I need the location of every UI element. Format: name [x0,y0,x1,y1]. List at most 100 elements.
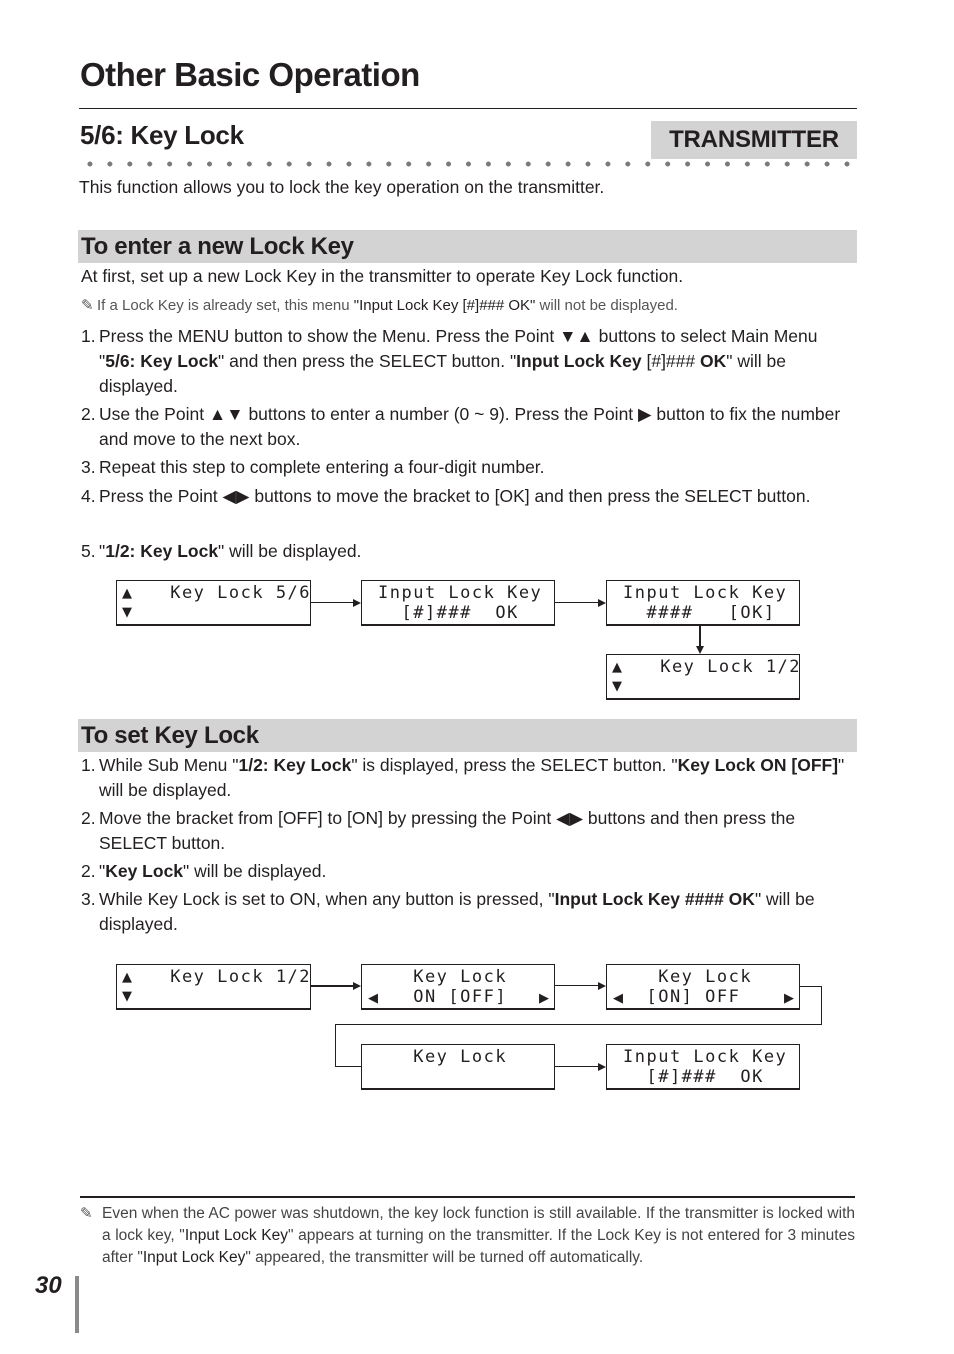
text-run: [#]### [641,351,700,371]
step-text: While Sub Menu "1/2: Key Lock" is displa… [99,753,851,803]
page-title: Other Basic Operation [80,56,420,93]
enter-note: ✎ If a Lock Key is already set, this menu… [81,296,678,314]
bold-text: 1/2: Key Lock [105,541,219,561]
step-number: 1. [81,326,96,346]
connector-line [555,985,598,986]
text-run: Move the bracket from [OFF] to [ON] by p… [99,808,557,828]
lcd-line2: #### [OK] [623,603,776,623]
step-item: 1. Press the MENU button to show the Menu… [81,324,851,399]
dotted-divider [80,160,858,168]
arrow-right-icon [353,982,361,990]
step-item: 2. Move the bracket from [OFF] to [ON] by… [81,806,851,856]
enter-lead-text: At first, set up a new Lock Key in the t… [81,266,684,286]
connector-line [555,602,598,603]
right-triangle-icon: ▶ [784,991,794,1006]
text-run: While Sub Menu " [99,755,239,775]
text-run: " is displayed, press the SELECT button.… [351,755,678,775]
pencil-icon: ✎ [80,1205,93,1222]
lcd-line1: Key Lock 5/6 [135,583,312,603]
step-number: 2. [81,404,96,424]
lcd-line1: Key Lock [623,967,753,987]
right-triangle-icon: ▶ [638,404,652,424]
down-up-triangle-icon: ▼▲ [559,326,594,346]
down-triangle-icon: ▼ [122,989,132,1004]
step-text: "Key Lock" will be displayed. [99,859,851,884]
connector-line [555,1066,598,1067]
arrow-right-icon [598,982,606,990]
intro-text: This function allows you to lock the key… [79,177,605,197]
connector-line [800,986,822,987]
bold-text: Key Lock ON [OFF] [677,755,839,775]
text-run: " will be displayed. [183,861,327,881]
lcd-screen-input-lock-key: Input Lock Key [#]### OK [606,1044,800,1090]
bold-text: Key Lock [105,861,184,881]
arrow-right-icon [598,1063,606,1071]
lcd-line2: [#]### OK [378,603,519,623]
lcd-screen-input-lock-key: Input Lock Key [#]### OK [361,580,555,626]
lcd-screen-key-lock-1-2: ▲ ▼ Key Lock 1/2 [606,654,800,700]
step-number: 1. [81,755,96,775]
step-text: Press the Point ◀▶ buttons to move the b… [99,484,851,509]
lcd-screen-key-lock-on: Key Lock ◀ [ON] OFF ▶ [606,964,800,1010]
step-item: 2. "Key Lock" will be displayed. [81,859,851,884]
transmitter-badge: TRANSMITTER [651,121,857,159]
step-text: Press the MENU button to show the Menu. … [99,324,851,399]
arrow-right-icon [598,599,606,607]
step-item: 3. Repeat this step to complete entering … [81,455,851,480]
left-right-triangle-icon: ◀▶ [222,486,250,506]
connector-line [335,1024,336,1067]
arrow-right-icon [353,599,361,607]
text-run: Repeat this step to complete entering a … [99,457,545,477]
down-triangle-icon: ▼ [122,605,132,620]
bold-text: 1/2: Key Lock [238,755,352,775]
connector-line [311,985,353,987]
enter-flow-diagram: ▲ ▼ Key Lock 5/6 Input Lock Key [#]### O… [0,0,954,1354]
text-run: " appeared, the transmitter will be turn… [245,1249,644,1266]
page-number: 30 [35,1272,62,1299]
lcd-screen-key-lock-off: Key Lock ◀ ON [OFF] ▶ [361,964,555,1010]
text-run: While Key Lock is set to ON, when any bu… [99,889,555,909]
lcd-line1: Key Lock 1/2 [625,657,802,677]
lcd-screen-input-lock-key-ok: Input Lock Key #### [OK] [606,580,800,626]
lcd-line1: Key Lock [378,967,508,987]
footnote: ✎ Even when the AC power was shutdown, t… [80,1203,855,1269]
text-run: " and then press the SELECT button. " [218,351,517,371]
enter-lock-key-heading: To enter a new Lock Key [78,230,857,263]
step-item: 4. Press the Point ◀▶ buttons to move the… [81,484,851,509]
connector-line [821,986,822,1025]
note-bold: "Input Lock Key [#]### OK" [353,297,536,314]
lcd-line1: Key Lock 1/2 [135,967,312,987]
text-run: buttons to enter a number (0 ~ 9). Press… [243,404,639,424]
left-triangle-icon: ◀ [613,991,623,1006]
step-text: Use the Point ▲▼ buttons to enter a numb… [99,402,851,452]
step-item: 5. "1/2: Key Lock" will be displayed. [81,539,851,564]
text-run: Press the Point [99,486,223,506]
connector-line [699,626,701,647]
bold-text: Input Lock Key [142,1249,246,1266]
lcd-line2: ON [OFF] [378,987,508,1007]
lcd-line2: [ON] OFF [623,987,741,1007]
section-title: 5/6: Key Lock [80,120,244,150]
pencil-icon: ✎ [81,297,94,314]
step-number: 5. [81,541,96,561]
page-edge-bar [75,1276,79,1333]
set-key-lock-heading: To set Key Lock [78,719,857,752]
connector-line [311,602,353,603]
step-number: 2. [81,808,96,828]
title-divider [79,108,857,109]
connector-line [335,1024,822,1025]
step-text: "1/2: Key Lock" will be displayed. [99,539,851,564]
lcd-line1: Input Lock Key [623,1047,788,1067]
down-triangle-icon: ▼ [612,679,622,694]
lcd-line1: Input Lock Key [378,583,543,603]
step-number: 4. [81,486,96,506]
right-triangle-icon: ▶ [539,991,549,1006]
bold-text: 5/6: Key Lock [105,351,219,371]
step-number: 3. [81,457,96,477]
left-right-triangle-icon: ◀▶ [556,808,584,828]
lcd-line1: Key Lock [378,1047,508,1067]
footnote-text: Even when the AC power was shutdown, the… [102,1203,855,1269]
text-run: " will be displayed. [218,541,362,561]
bold-text: OK [700,351,727,371]
left-triangle-icon: ◀ [368,991,378,1006]
